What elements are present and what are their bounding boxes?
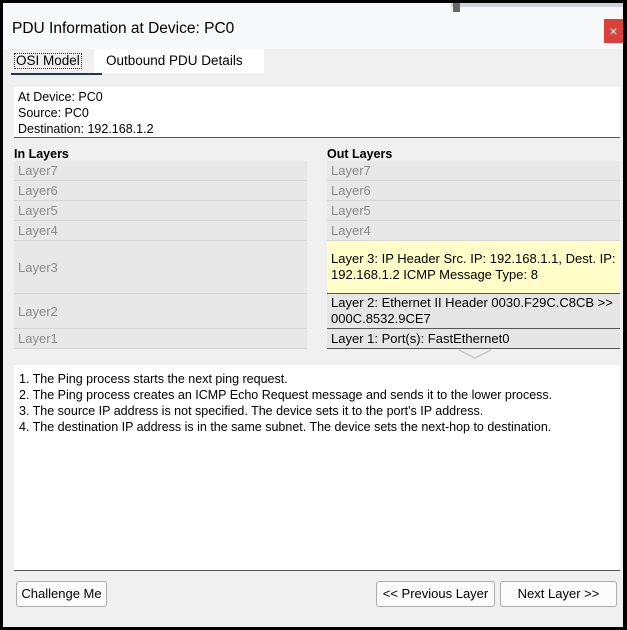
source-text: Source: PC0	[18, 106, 89, 120]
description-line: 4. The destination IP address is in the …	[19, 420, 552, 434]
close-button[interactable]: ×	[604, 19, 623, 43]
previous-layer-button[interactable]: << Previous Layer	[376, 581, 495, 607]
in-layers-heading: In Layers	[14, 147, 69, 161]
in-layer-6[interactable]: Layer6	[14, 181, 307, 201]
title-bar-grip	[453, 3, 460, 12]
out-layer-2[interactable]: Layer 2: Ethernet II Header 0030.F29C.C8…	[327, 294, 620, 329]
challenge-me-button[interactable]: Challenge Me	[16, 581, 107, 607]
in-layer-3[interactable]: Layer3	[14, 241, 307, 294]
title-bar-strip	[451, 3, 623, 7]
description-line: 3. The source IP address is not specifie…	[19, 404, 484, 418]
window-title: PDU Information at Device: PC0	[12, 20, 235, 37]
pdu-info-window: PDU Information at Device: PC0 × OSI Mod…	[3, 3, 623, 627]
out-layer-5[interactable]: Layer5	[327, 201, 620, 221]
chevron-down-icon	[458, 349, 492, 359]
tab-osi-model[interactable]: OSI Model	[11, 49, 102, 76]
in-layer-5[interactable]: Layer5	[14, 201, 307, 221]
out-layer-6[interactable]: Layer6	[327, 181, 620, 201]
tab-bar: OSI Model Outbound PDU Details	[3, 49, 623, 76]
out-layer-4[interactable]: Layer4	[327, 221, 620, 241]
in-layer-4[interactable]: Layer4	[14, 221, 307, 241]
in-layer-7[interactable]: Layer7	[14, 161, 307, 181]
osi-model-panel: At Device: PC0 Source: PC0 Destination: …	[3, 75, 623, 627]
tab-osi-model-label: OSI Model	[14, 53, 82, 69]
at-device-text: At Device: PC0	[18, 90, 103, 104]
description-line: 1. The Ping process starts the next ping…	[19, 372, 288, 386]
in-layer-1[interactable]: Layer1	[14, 329, 307, 349]
description-line: 2. The Ping process creates an ICMP Echo…	[19, 388, 553, 402]
destination-text: Destination: 192.168.1.2	[18, 122, 154, 136]
close-icon: ×	[609, 23, 618, 39]
next-layer-button[interactable]: Next Layer >>	[500, 581, 617, 607]
title-bar[interactable]: PDU Information at Device: PC0 ×	[3, 3, 623, 49]
out-layer-7[interactable]: Layer7	[327, 161, 620, 181]
layer-description-box: 1. The Ping process starts the next ping…	[14, 365, 620, 571]
tab-outbound-pdu-details[interactable]: Outbound PDU Details	[94, 49, 264, 73]
out-layer-1[interactable]: Layer 1: Port(s): FastEthernet0	[327, 329, 620, 349]
out-layers-heading: Out Layers	[327, 147, 393, 161]
out-layer-3[interactable]: Layer 3: IP Header Src. IP: 192.168.1.1,…	[327, 241, 620, 294]
in-layer-2[interactable]: Layer2	[14, 294, 307, 329]
device-info-box: At Device: PC0 Source: PC0 Destination: …	[14, 87, 620, 138]
